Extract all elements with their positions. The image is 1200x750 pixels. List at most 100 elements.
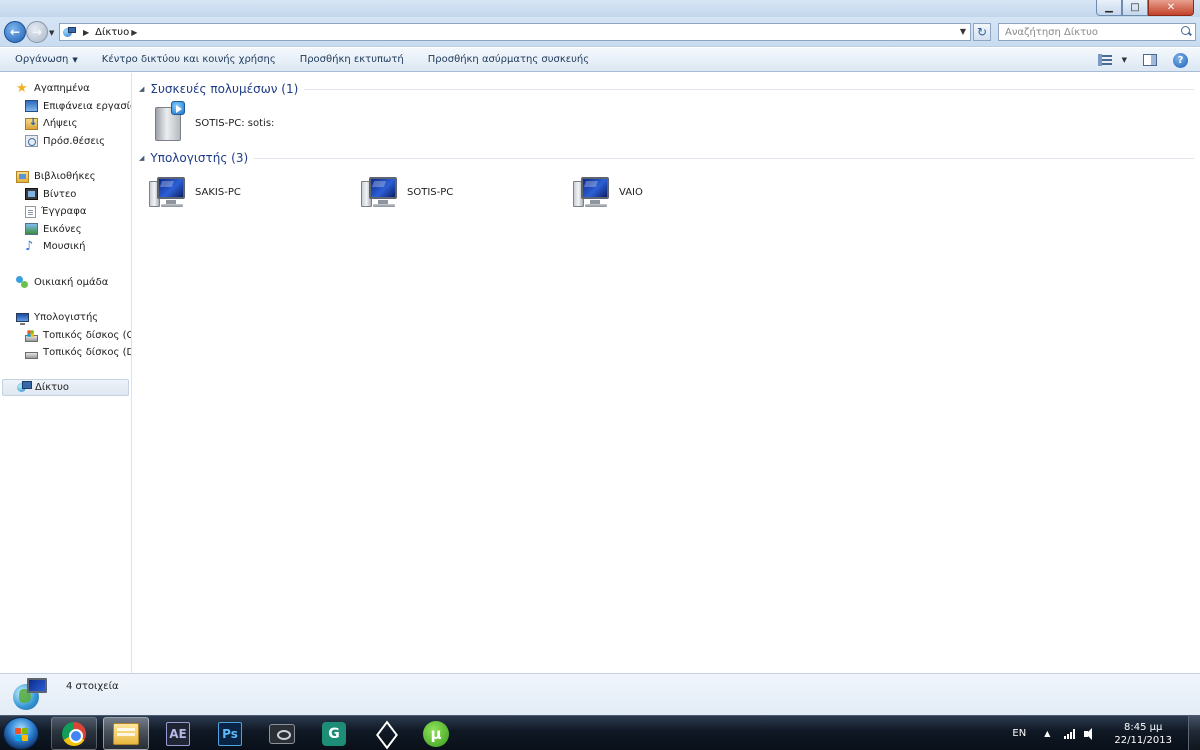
nav-label: Εικόνες xyxy=(43,223,82,235)
organize-button[interactable]: Οργάνωση ▼ xyxy=(0,54,90,65)
libraries-group: Βιβλιοθήκες Βίντεο Έγγραφα Εικόνες ♪ Μουσ… xyxy=(0,168,131,256)
computer-item-vaio[interactable]: VAIO xyxy=(573,170,643,214)
breadcrumb-chevron-icon[interactable]: ▶ xyxy=(83,28,89,37)
nav-homegroup[interactable]: Οικιακή ομάδα xyxy=(0,274,131,292)
media-device-item[interactable]: SOTIS-PC: sotis: xyxy=(151,101,274,145)
close-button[interactable]: ✕ xyxy=(1148,0,1194,16)
organize-label: Οργάνωση xyxy=(15,54,69,65)
taskbar-explorer[interactable] xyxy=(103,717,149,750)
address-bar[interactable]: ▶ Δίκτυο ▶ ▼ xyxy=(59,23,971,41)
video-icon xyxy=(25,188,38,201)
nav-libraries[interactable]: Βιβλιοθήκες xyxy=(0,168,131,186)
collapse-triangle-icon[interactable]: ◢ xyxy=(139,85,144,93)
taskbar-after-effects[interactable]: AE xyxy=(155,717,201,750)
taskbar-sixgen[interactable]: G xyxy=(311,717,357,750)
back-button[interactable]: ← xyxy=(4,21,26,43)
network-signal-icon[interactable] xyxy=(1064,728,1078,739)
computer-icon xyxy=(361,175,401,209)
taskbar-photoshop[interactable]: Ps xyxy=(207,717,253,750)
refresh-icon: ↻ xyxy=(976,25,988,39)
recent-pages-dropdown[interactable]: ▼ xyxy=(49,29,54,37)
details-pane: 4 στοιχεία xyxy=(0,673,1200,715)
network-icon xyxy=(17,381,32,393)
add-wireless-device-button[interactable]: Προσθήκη ασύρματης συσκευής xyxy=(416,54,601,65)
show-desktop-button[interactable] xyxy=(1188,716,1200,750)
item-label: VAIO xyxy=(619,186,643,198)
system-drive-icon xyxy=(25,334,38,342)
computer-item-sakis-pc[interactable]: SAKIS-PC xyxy=(149,170,241,214)
language-indicator[interactable]: EN xyxy=(1012,728,1026,739)
search-box[interactable] xyxy=(998,23,1196,41)
system-tray: EN ▲ 8:45 μμ 22/11/2013 xyxy=(1012,716,1200,750)
homegroup-icon xyxy=(16,276,29,289)
media-app-icon xyxy=(269,723,295,744)
item-count: 4 στοιχεία xyxy=(66,681,119,692)
arrow-left-icon: ← xyxy=(9,25,21,39)
clock-time: 8:45 μμ xyxy=(1124,721,1163,733)
item-label: SAKIS-PC xyxy=(195,186,241,198)
nav-label: Επιφάνεια εργασίας xyxy=(43,100,131,112)
address-dropdown-icon[interactable]: ▼ xyxy=(960,27,966,36)
add-printer-button[interactable]: Προσθήκη εκτυπωτή xyxy=(288,54,416,65)
preview-pane-icon[interactable] xyxy=(1143,54,1157,66)
nav-label: Τοπικός δίσκος (D:) xyxy=(43,347,131,359)
computer-group: Υπολογιστής Τοπικός δίσκος (C:) Τοπικός … xyxy=(0,309,131,362)
taskbar-unity[interactable] xyxy=(363,717,409,750)
search-icon[interactable] xyxy=(1181,26,1191,36)
nav-network[interactable]: Δίκτυο xyxy=(2,378,129,396)
favorites-group: ★ Αγαπημένα Επιφάνεια εργασίας Λήψεις Πρό… xyxy=(0,80,131,150)
folder-icon xyxy=(113,722,139,745)
address-row: ← → ▼ ▶ Δίκτυο ▶ ▼ ↻ xyxy=(0,17,1200,47)
window-title-bar: ▁ □ ✕ xyxy=(0,0,1200,17)
minimize-button[interactable]: ▁ xyxy=(1096,0,1122,16)
group-divider xyxy=(254,157,1194,159)
collapse-triangle-icon[interactable]: ◢ xyxy=(139,154,144,162)
nav-desktop[interactable]: Επιφάνεια εργασίας xyxy=(0,98,131,116)
nav-videos[interactable]: Βίντεο xyxy=(0,186,131,204)
nav-downloads[interactable]: Λήψεις xyxy=(0,115,131,133)
taskbar: AE Ps G µ EN ▲ 8:45 μμ 22/11/2013 xyxy=(0,715,1200,750)
group-title: Υπολογιστής (3) xyxy=(150,151,249,165)
computer-item-sotis-pc[interactable]: SOTIS-PC xyxy=(361,170,453,214)
nav-label: Τοπικός δίσκος (C:) xyxy=(43,329,131,341)
nav-documents[interactable]: Έγγραφα xyxy=(0,203,131,221)
nav-drive-d[interactable]: Τοπικός δίσκος (D:) xyxy=(0,344,131,362)
breadcrumb-network[interactable]: Δίκτυο xyxy=(95,27,129,38)
libraries-icon xyxy=(16,170,29,183)
taskbar-utorrent[interactable]: µ xyxy=(413,717,459,750)
taskbar-media-app[interactable] xyxy=(259,717,305,750)
content-pane: ◢ Συσκευές πολυμέσων (1) SOTIS-PC: sotis… xyxy=(133,73,1200,673)
forward-button[interactable]: → xyxy=(26,21,48,43)
nav-drive-c[interactable]: Τοπικός δίσκος (C:) xyxy=(0,327,131,345)
downloads-icon xyxy=(25,117,38,130)
nav-label: Λήψεις xyxy=(43,118,78,130)
change-view-icon[interactable] xyxy=(1097,54,1112,66)
item-label: SOTIS-PC xyxy=(407,186,454,198)
start-button[interactable] xyxy=(3,717,39,750)
maximize-button[interactable]: □ xyxy=(1122,0,1148,16)
volume-icon[interactable] xyxy=(1084,727,1098,740)
nav-pictures[interactable]: Εικόνες xyxy=(0,221,131,239)
nav-music[interactable]: ♪ Μουσική xyxy=(0,238,131,256)
command-bar: Οργάνωση ▼ Κέντρο δικτύου και κοινής χρήσ… xyxy=(0,48,1200,72)
refresh-button[interactable]: ↻ xyxy=(973,23,991,41)
network-sharing-center-button[interactable]: Κέντρο δικτύου και κοινής χρήσης xyxy=(90,54,288,65)
show-hidden-icons-icon[interactable]: ▲ xyxy=(1044,729,1050,738)
group-header-media-devices[interactable]: ◢ Συσκευές πολυμέσων (1) xyxy=(139,81,1194,97)
group-header-computers[interactable]: ◢ Υπολογιστής (3) xyxy=(139,150,1194,166)
arrow-right-icon: → xyxy=(31,25,43,39)
photoshop-icon: Ps xyxy=(218,721,242,746)
nav-computer[interactable]: Υπολογιστής xyxy=(0,309,131,327)
nav-recent-places[interactable]: Πρόσ.θέσεις xyxy=(0,133,131,151)
help-icon[interactable]: ? xyxy=(1173,52,1188,68)
taskbar-chrome[interactable] xyxy=(51,717,97,750)
more-options-dropdown-icon[interactable]: ▼ xyxy=(1122,56,1127,64)
network-group: Δίκτυο xyxy=(0,378,131,396)
computer-icon xyxy=(573,175,613,209)
nav-label: Βιβλιοθήκες xyxy=(34,171,96,183)
nav-favorites[interactable]: ★ Αγαπημένα xyxy=(0,80,131,98)
desktop-icon xyxy=(25,100,38,113)
clock[interactable]: 8:45 μμ 22/11/2013 xyxy=(1114,721,1172,747)
breadcrumb-chevron-icon[interactable]: ▶ xyxy=(131,28,137,37)
search-input[interactable] xyxy=(1005,26,1175,38)
